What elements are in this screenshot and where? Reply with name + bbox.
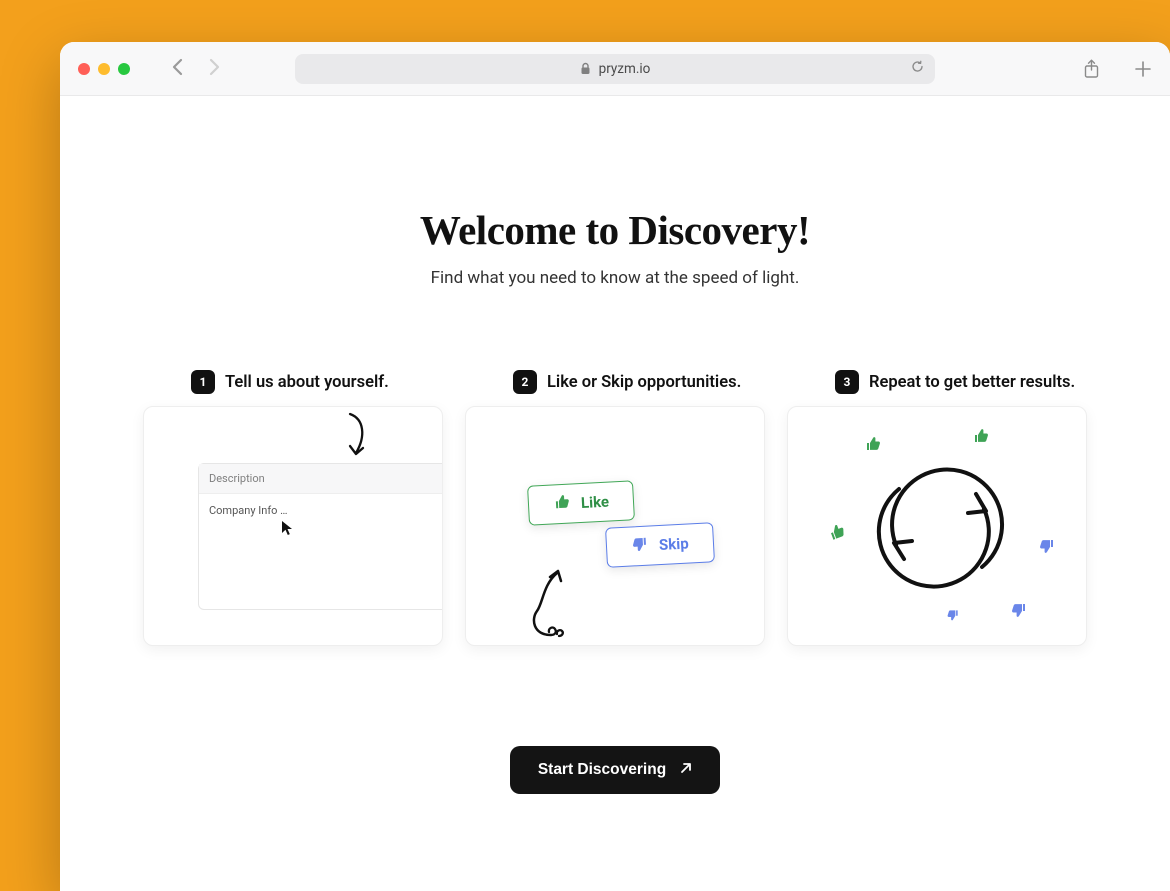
thumbs-up-icon <box>552 493 571 516</box>
thumbs-down-icon <box>946 607 964 625</box>
thumbs-down-icon <box>1010 601 1028 619</box>
step-header: 2 Like or Skip opportunities. <box>465 370 765 394</box>
step-number-badge: 1 <box>191 370 215 394</box>
step-number-badge: 3 <box>835 370 859 394</box>
cursor-icon <box>281 520 293 539</box>
like-label: Like <box>581 493 610 512</box>
cta-label: Start Discovering <box>538 761 666 779</box>
hand-drawn-arrow-icon <box>344 411 374 465</box>
step-title: Like or Skip opportunities. <box>547 373 741 392</box>
lock-icon <box>580 62 591 75</box>
browser-window: pryzm.io Welcome to Discovery! Find what… <box>60 42 1170 891</box>
thumbs-up-icon <box>828 523 846 541</box>
step-header: 1 Tell us about yourself. <box>143 370 443 394</box>
page-subtitle: Find what you need to know at the speed … <box>120 268 1110 288</box>
start-discovering-button[interactable]: Start Discovering <box>510 746 720 794</box>
skip-button-mock: Skip <box>605 522 715 568</box>
reload-button[interactable] <box>910 59 925 78</box>
form-label: Description <box>199 464 443 494</box>
minimize-window-button[interactable] <box>98 63 110 75</box>
step-title: Repeat to get better results. <box>869 373 1075 392</box>
form-mockup: Description Company Info … <box>198 463 443 610</box>
new-tab-button[interactable] <box>1134 60 1152 78</box>
cta-wrap: Start Discovering <box>120 746 1110 794</box>
toolbar-right <box>1083 59 1152 79</box>
step-card: Like Skip <box>465 406 765 646</box>
steps-row: 1 Tell us about yourself. Description Co… <box>120 370 1110 646</box>
step-title: Tell us about yourself. <box>225 373 389 392</box>
step-2: 2 Like or Skip opportunities. Like <box>465 370 765 646</box>
form-placeholder-text: Company Info … <box>209 504 288 517</box>
address-bar[interactable]: pryzm.io <box>295 54 935 84</box>
back-button[interactable] <box>172 58 184 80</box>
step-1: 1 Tell us about yourself. Description Co… <box>143 370 443 646</box>
url-text: pryzm.io <box>599 61 651 77</box>
skip-label: Skip <box>659 535 690 555</box>
thumbs-up-icon <box>972 427 990 445</box>
thumbs-down-icon <box>630 535 649 558</box>
step-card <box>787 406 1087 646</box>
thumbs-down-icon <box>1038 537 1056 555</box>
window-controls <box>78 63 130 75</box>
like-button-mock: Like <box>527 480 635 525</box>
step-number-badge: 2 <box>513 370 537 394</box>
page-title: Welcome to Discovery! <box>120 206 1110 254</box>
step-card: Description Company Info … <box>143 406 443 646</box>
forward-button[interactable] <box>208 58 220 80</box>
step-3: 3 Repeat to get better results. <box>787 370 1087 646</box>
refresh-cycle-icon <box>864 459 1014 603</box>
step-header: 3 Repeat to get better results. <box>787 370 1087 394</box>
thumbs-up-icon <box>864 435 882 453</box>
close-window-button[interactable] <box>78 63 90 75</box>
nav-arrows <box>172 58 220 80</box>
browser-title-bar: pryzm.io <box>60 42 1170 96</box>
form-body: Company Info … <box>199 494 443 609</box>
hand-drawn-arrow-icon <box>521 565 581 646</box>
page-content: Welcome to Discovery! Find what you need… <box>60 96 1170 794</box>
maximize-window-button[interactable] <box>118 63 130 75</box>
arrow-up-right-icon <box>680 761 692 779</box>
share-button[interactable] <box>1083 59 1100 79</box>
